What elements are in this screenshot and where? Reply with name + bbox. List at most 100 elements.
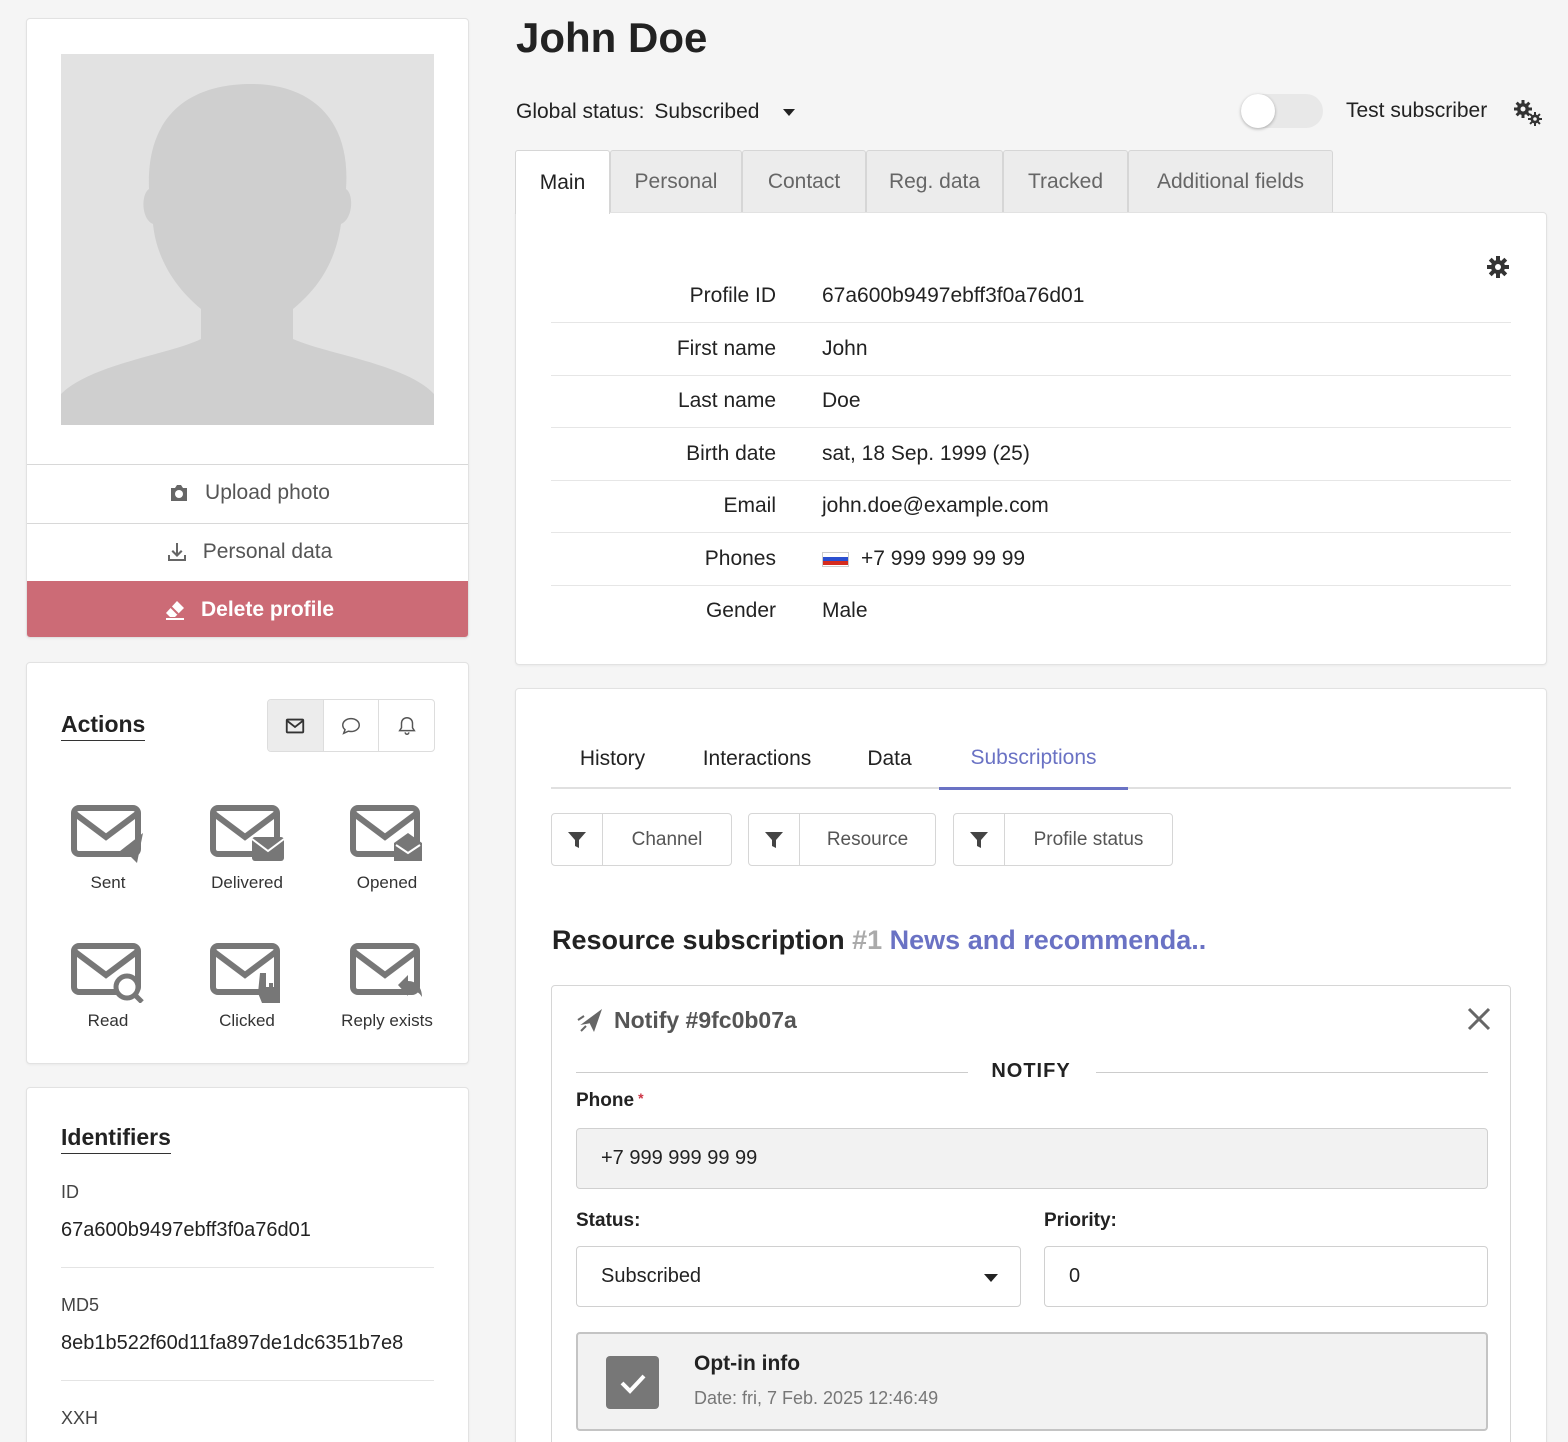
action-delivered-label: Delivered — [211, 873, 283, 892]
avatar-placeholder — [61, 54, 434, 425]
tab-reg-data[interactable]: Reg. data — [866, 150, 1003, 212]
resource-subscription-label: Resource subscription — [552, 925, 845, 955]
row-value: 67a600b9497ebff3f0a76d01 — [822, 284, 1085, 307]
tab-history[interactable]: History — [551, 729, 674, 789]
action-reply-exists[interactable]: Reply exists — [317, 943, 457, 1031]
personal-data-button[interactable]: Personal data — [27, 523, 468, 580]
tab-tracked[interactable]: Tracked — [1003, 150, 1128, 212]
filter-channel-label: Channel — [631, 828, 703, 850]
close-icon[interactable] — [1466, 1006, 1492, 1032]
global-status-dropdown[interactable]: Global status: Subscribed — [516, 100, 796, 124]
person-silhouette-icon — [61, 54, 434, 425]
action-clicked-label: Clicked — [219, 1011, 275, 1030]
delete-profile-label: Delete profile — [200, 598, 335, 621]
phone-input[interactable]: +7 999 999 99 99 — [576, 1128, 1488, 1189]
envelope-icon — [286, 718, 305, 733]
notification-channel-button[interactable] — [378, 700, 434, 751]
priority-input[interactable]: 0 — [1044, 1246, 1488, 1307]
resource-name-link[interactable]: News and recommenda.. — [890, 925, 1207, 955]
page-title: John Doe — [516, 14, 708, 61]
filter-profile-status[interactable]: Profile status — [953, 813, 1173, 866]
action-read-label: Read — [87, 1011, 129, 1030]
notify-header: Notify #9fc0b07a — [576, 1006, 797, 1034]
caret-down-icon — [783, 108, 796, 116]
upload-photo-button[interactable]: Upload photo — [27, 464, 468, 521]
filter-profile-status-label: Profile status — [1033, 828, 1144, 850]
divider — [61, 1380, 434, 1381]
action-clicked[interactable]: Clicked — [177, 943, 317, 1031]
russia-flag-icon — [822, 551, 849, 567]
xxh-label: XXH — [61, 1408, 99, 1428]
action-opened[interactable]: Opened — [317, 805, 457, 893]
upload-photo-label: Upload photo — [205, 481, 330, 504]
camera-icon — [171, 485, 188, 501]
notify-title: Notify #9fc0b07a — [614, 1006, 797, 1033]
action-reply-exists-label: Reply exists — [341, 1011, 433, 1030]
email-channel-button[interactable] — [268, 700, 323, 751]
tab-main[interactable]: Main — [515, 150, 610, 214]
row-value: Male — [822, 599, 868, 622]
required-marker: * — [638, 1090, 644, 1106]
filter-channel[interactable]: Channel — [551, 813, 732, 866]
notify-section-label: NOTIFY — [991, 1060, 1071, 1082]
row-last-name: Last name Doe — [551, 376, 1511, 428]
row-key: Gender — [705, 599, 776, 622]
phone-label: Phone * — [576, 1090, 644, 1112]
global-status-label: Global status: — [516, 100, 645, 123]
tab-interactions[interactable]: Interactions — [674, 729, 840, 789]
row-key: Birth date — [686, 442, 776, 465]
action-opened-label: Opened — [356, 873, 418, 892]
row-value: +7 999 999 99 99 — [822, 547, 1025, 571]
personal-data-label: Personal data — [202, 540, 333, 563]
filter-icon — [765, 831, 783, 848]
id-value: 67a600b9497ebff3f0a76d01 — [61, 1219, 311, 1241]
phone-value: +7 999 999 99 99 — [861, 547, 1026, 570]
divider — [61, 1267, 434, 1268]
resource-number: #1 — [852, 925, 883, 955]
gears-icon[interactable] — [1512, 99, 1544, 127]
profile-card: Upload photo Personal data Delete profil… — [26, 18, 469, 638]
eraser-icon — [165, 601, 184, 620]
tab-contact[interactable]: Contact — [742, 150, 866, 212]
chat-channel-button[interactable] — [322, 700, 379, 751]
filter-icon — [970, 831, 988, 848]
row-email: Email john.doe@example.com — [551, 481, 1511, 533]
optin-title: Opt-in info — [694, 1352, 801, 1375]
actions-title: Actions — [61, 711, 146, 741]
chat-bubble-icon — [342, 717, 360, 735]
tab-data[interactable]: Data — [840, 729, 939, 789]
filter-resource-label: Resource — [826, 828, 909, 850]
paper-plane-icon — [577, 1009, 602, 1032]
optin-checkbox[interactable] — [606, 1356, 659, 1409]
optin-info-box: Opt-in info Date: fri, 7 Feb. 2025 12:46… — [576, 1332, 1488, 1431]
tab-personal[interactable]: Personal — [610, 150, 742, 212]
row-key: Email — [723, 494, 776, 517]
row-phones: Phones +7 999 999 99 99 — [551, 534, 1511, 586]
filter-resource[interactable]: Resource — [748, 813, 936, 866]
envelope-opened-icon — [350, 805, 422, 861]
sub-tabs: History Interactions Data Subscriptions — [551, 729, 1511, 790]
test-subscriber-toggle[interactable] — [1241, 94, 1323, 128]
row-key: Profile ID — [689, 284, 776, 307]
envelope-reply-icon — [350, 943, 422, 997]
row-value: Doe — [822, 389, 861, 412]
action-sent[interactable]: Sent — [38, 805, 178, 893]
row-value: sat, 18 Sep. 1999 (25) — [822, 442, 1030, 465]
action-read[interactable]: Read — [38, 943, 178, 1031]
global-status-value: Subscribed — [654, 100, 760, 123]
actions-card: Actions Sent Delivered Opened Read Click… — [26, 662, 469, 1064]
md5-value: 8eb1b522f60d11fa897de1dc6351b7e8 — [61, 1332, 404, 1354]
row-gender: Gender Male — [551, 586, 1511, 638]
tab-additional-fields[interactable]: Additional fields — [1128, 150, 1333, 212]
subscriptions-panel: History Interactions Data Subscriptions … — [515, 688, 1547, 1442]
envelope-delivered-icon — [210, 805, 284, 861]
download-icon — [167, 543, 186, 561]
status-select[interactable]: Subscribed — [576, 1246, 1021, 1307]
identifiers-card: Identifiers ID 67a600b9497ebff3f0a76d01 … — [26, 1087, 469, 1442]
tab-subscriptions[interactable]: Subscriptions — [939, 729, 1128, 790]
action-delivered[interactable]: Delivered — [177, 805, 317, 893]
delete-profile-button[interactable]: Delete profile — [27, 581, 468, 637]
envelope-clicked-icon — [210, 943, 280, 1003]
row-key: Phones — [704, 547, 776, 570]
row-first-name: First name John — [551, 324, 1511, 376]
